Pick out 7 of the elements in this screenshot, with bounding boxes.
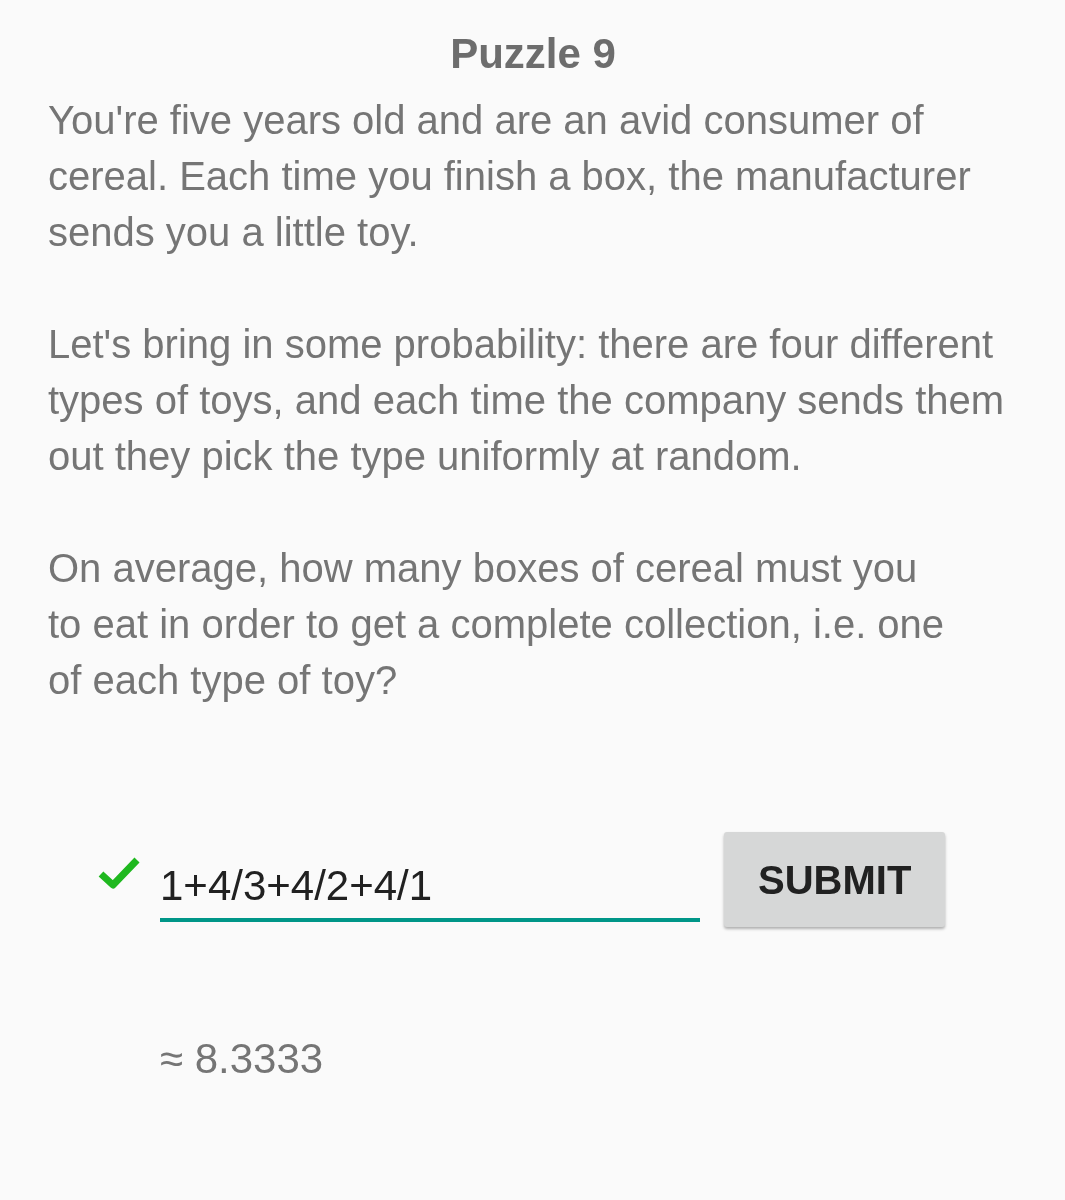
answer-input-field[interactable]: 1+4/3+4/2+4/1: [160, 848, 700, 922]
puzzle-title: Puzzle 9: [450, 30, 616, 78]
puzzle-paragraph: You're five years old and are an avid consumer of cereal. Each time you finish a box, the manufacturer sends you a little toy.: [48, 97, 972, 256]
result-text: ≈ 8.3333: [160, 1035, 324, 1083]
submit-button[interactable]: SUBMIT: [724, 832, 946, 927]
puzzle-paragraph: On average, how many boxes of cereal must you to eat in order to get a complete collection, i.e. one of each type of toy?: [48, 545, 946, 704]
puzzle-paragraph: Let's bring in some probability: there are four different types of toys, and each time the company sends them out they pick the type uniformly at random.: [48, 321, 1006, 480]
